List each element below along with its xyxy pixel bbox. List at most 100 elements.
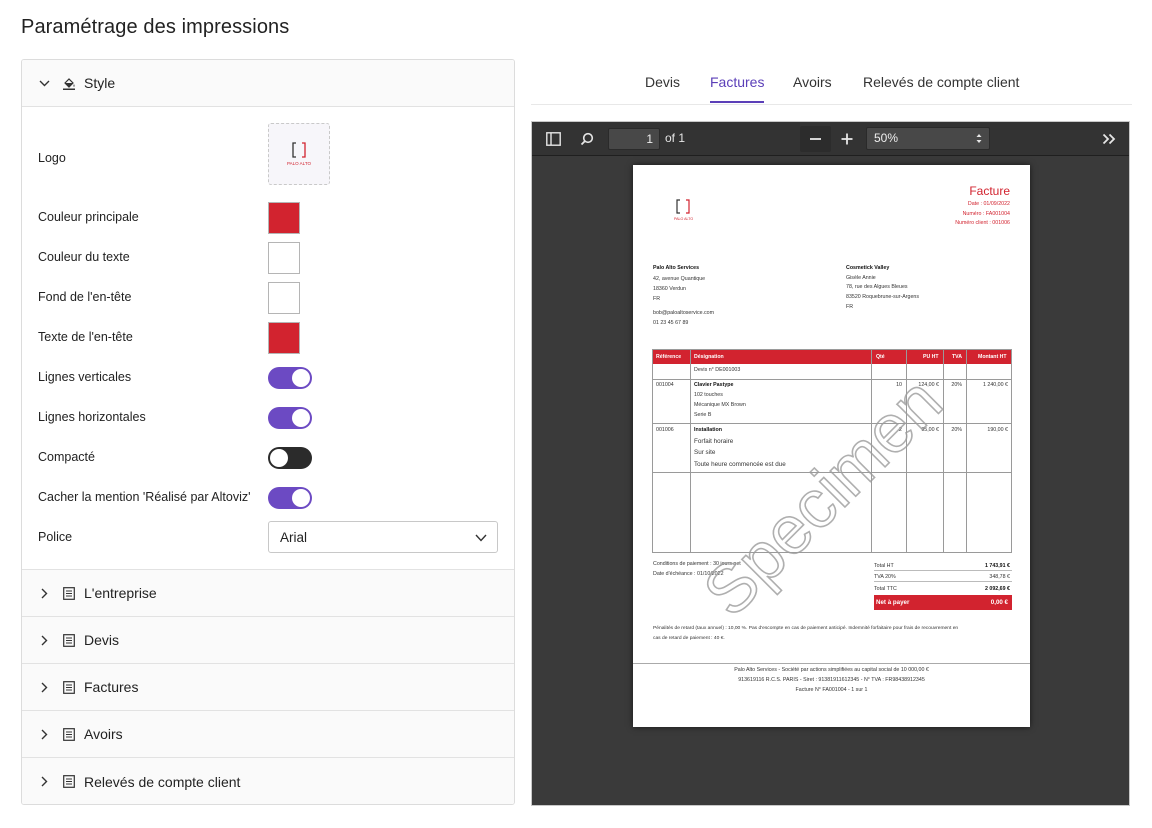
tab-devis[interactable]: Devis	[645, 74, 680, 101]
pdf-page: PALO ALTO Facture Date : 01/09/2022 Numé…	[633, 165, 1030, 727]
net-to-pay-value: 0,00 €	[990, 599, 1008, 606]
vertical-lines-toggle[interactable]	[268, 367, 312, 389]
line-1-amount: 1 240,00 €	[982, 382, 1008, 388]
header-bg-swatch[interactable]	[268, 282, 300, 314]
invoice-logo-text: PALO ALTO	[674, 217, 694, 221]
header-bg-label: Fond de l'en-tête	[38, 290, 132, 304]
page-count: of 1	[665, 131, 686, 145]
compact-toggle[interactable]	[268, 447, 312, 469]
sender-country: FR	[653, 296, 661, 302]
row-divider	[653, 423, 1011, 424]
text-color-label: Couleur du texte	[38, 250, 130, 264]
penalties-text: Pénalités de retard (taux annuel) : 10,0…	[653, 626, 959, 631]
total-ht-value: 1 743,91 €	[984, 563, 1010, 569]
company-section-header[interactable]: L'entreprise	[22, 570, 514, 617]
toggle-knob	[292, 489, 310, 507]
font-select[interactable]: Arial	[268, 521, 498, 553]
line-1-vat: 20%	[951, 382, 962, 388]
chevron-down-icon	[38, 77, 50, 89]
header-text-swatch[interactable]	[268, 322, 300, 354]
toggle-knob	[292, 369, 310, 387]
horizontal-lines-label: Lignes horizontales	[38, 410, 146, 424]
chevron-right-icon	[38, 634, 50, 646]
quotes-section-header[interactable]: Devis	[22, 617, 514, 664]
credits-section-title: Avoirs	[84, 726, 123, 742]
text-color-swatch[interactable]	[268, 242, 300, 274]
hide-altoviz-toggle[interactable]	[268, 487, 312, 509]
total-ttc-value: 2 092,69 €	[984, 586, 1010, 592]
totals-divider	[874, 581, 1012, 582]
invoice-number: Numéro : FA001004	[962, 211, 1010, 217]
toggle-knob	[292, 409, 310, 427]
hide-altoviz-label: Cacher la mention 'Réalisé par Altoviz'	[38, 490, 251, 504]
list-icon	[62, 775, 76, 789]
tab-avoirs[interactable]: Avoirs	[793, 74, 832, 101]
pdf-viewer: 1 of 1 50% PALO ALTO Facture Date : 01/0…	[531, 121, 1130, 806]
sender-phone: 01 23 45 67 89	[653, 320, 689, 326]
logo-text: PALO ALTO	[286, 161, 311, 166]
zoom-out-button[interactable]	[800, 126, 831, 152]
client-address-2: 83520 Roquebrune-sur-Argens	[846, 294, 920, 300]
company-logo-icon	[292, 142, 306, 158]
footer-divider	[633, 663, 1030, 664]
col-amount: Montant HT	[978, 354, 1007, 360]
main-color-swatch[interactable]	[268, 202, 300, 234]
list-icon	[62, 727, 76, 741]
credits-section-header[interactable]: Avoirs	[22, 711, 514, 758]
totals-divider	[874, 570, 1012, 571]
company-section-title: L'entreprise	[84, 585, 157, 601]
invoices-section-header[interactable]: Factures	[22, 664, 514, 711]
tab-releves[interactable]: Relevés de compte client	[863, 74, 1019, 101]
sender-name: Palo Alto Services	[653, 265, 700, 271]
toggle-knob	[270, 449, 288, 467]
line-1-detail: Mécanique MX Brown	[694, 402, 746, 408]
vertical-lines-label: Lignes verticales	[38, 370, 132, 384]
compact-label: Compacté	[38, 450, 95, 464]
line-1-unit: 124,00 €	[918, 382, 939, 388]
logo-upload[interactable]: PALO ALTO	[268, 123, 330, 185]
line-2-vat: 20%	[951, 427, 962, 433]
col-qty: Qté	[876, 354, 885, 360]
search-icon	[580, 132, 594, 146]
tab-factures[interactable]: Factures	[710, 74, 765, 103]
penalties-text: cas de retard de paiement : 40 €.	[653, 636, 725, 641]
horizontal-lines-toggle[interactable]	[268, 407, 312, 429]
column-divider	[943, 350, 944, 552]
client-contact: Gisèle Annie	[846, 275, 876, 281]
page-number-input[interactable]: 1	[608, 128, 660, 150]
list-icon	[62, 586, 76, 600]
find-button[interactable]	[576, 128, 598, 150]
row-divider	[653, 472, 1011, 473]
column-divider	[871, 350, 872, 552]
zoom-value: 50%	[874, 131, 899, 145]
statements-section-header[interactable]: Relevés de compte client	[22, 758, 514, 804]
list-icon	[62, 633, 76, 647]
row-divider	[653, 379, 1011, 380]
vat-label: TVA 20%	[874, 574, 896, 580]
client-name: Cosmetick Valley	[846, 265, 890, 271]
column-divider	[906, 350, 907, 552]
quotes-section-title: Devis	[84, 632, 120, 648]
line-1-detail: 102 touches	[694, 392, 723, 398]
due-date: Date d'échéance : 01/10/2022	[653, 571, 724, 577]
style-section-header[interactable]: Style	[22, 60, 514, 107]
column-divider	[690, 350, 691, 552]
line-2-amount: 190,00 €	[987, 427, 1008, 433]
line-2-detail: Sur site	[694, 449, 716, 456]
zoom-select[interactable]: 50%	[866, 127, 990, 150]
line-1-title: Clavier Pastype	[694, 382, 734, 388]
footer-line-2: 913619116 R.C.S. PARIS - Siret : 9138191…	[738, 677, 925, 683]
line-2-detail: Forfait horaire	[694, 438, 734, 445]
sidebar-toggle-button[interactable]	[542, 128, 564, 150]
select-arrows-icon	[976, 134, 982, 143]
line-1-qty: 10	[896, 382, 902, 388]
zoom-in-button[interactable]	[836, 128, 858, 150]
footer-line-1: Palo Alto Services - Société par actions…	[734, 667, 929, 673]
chevron-down-icon	[475, 530, 487, 545]
sender-address-1: 42, avenue Quantique	[653, 276, 706, 282]
more-tools-button[interactable]	[1098, 128, 1120, 150]
chevron-right-icon	[38, 587, 50, 599]
minus-icon	[810, 138, 821, 140]
invoice-title: Facture	[969, 184, 1010, 198]
chevron-right-icon	[38, 681, 50, 693]
